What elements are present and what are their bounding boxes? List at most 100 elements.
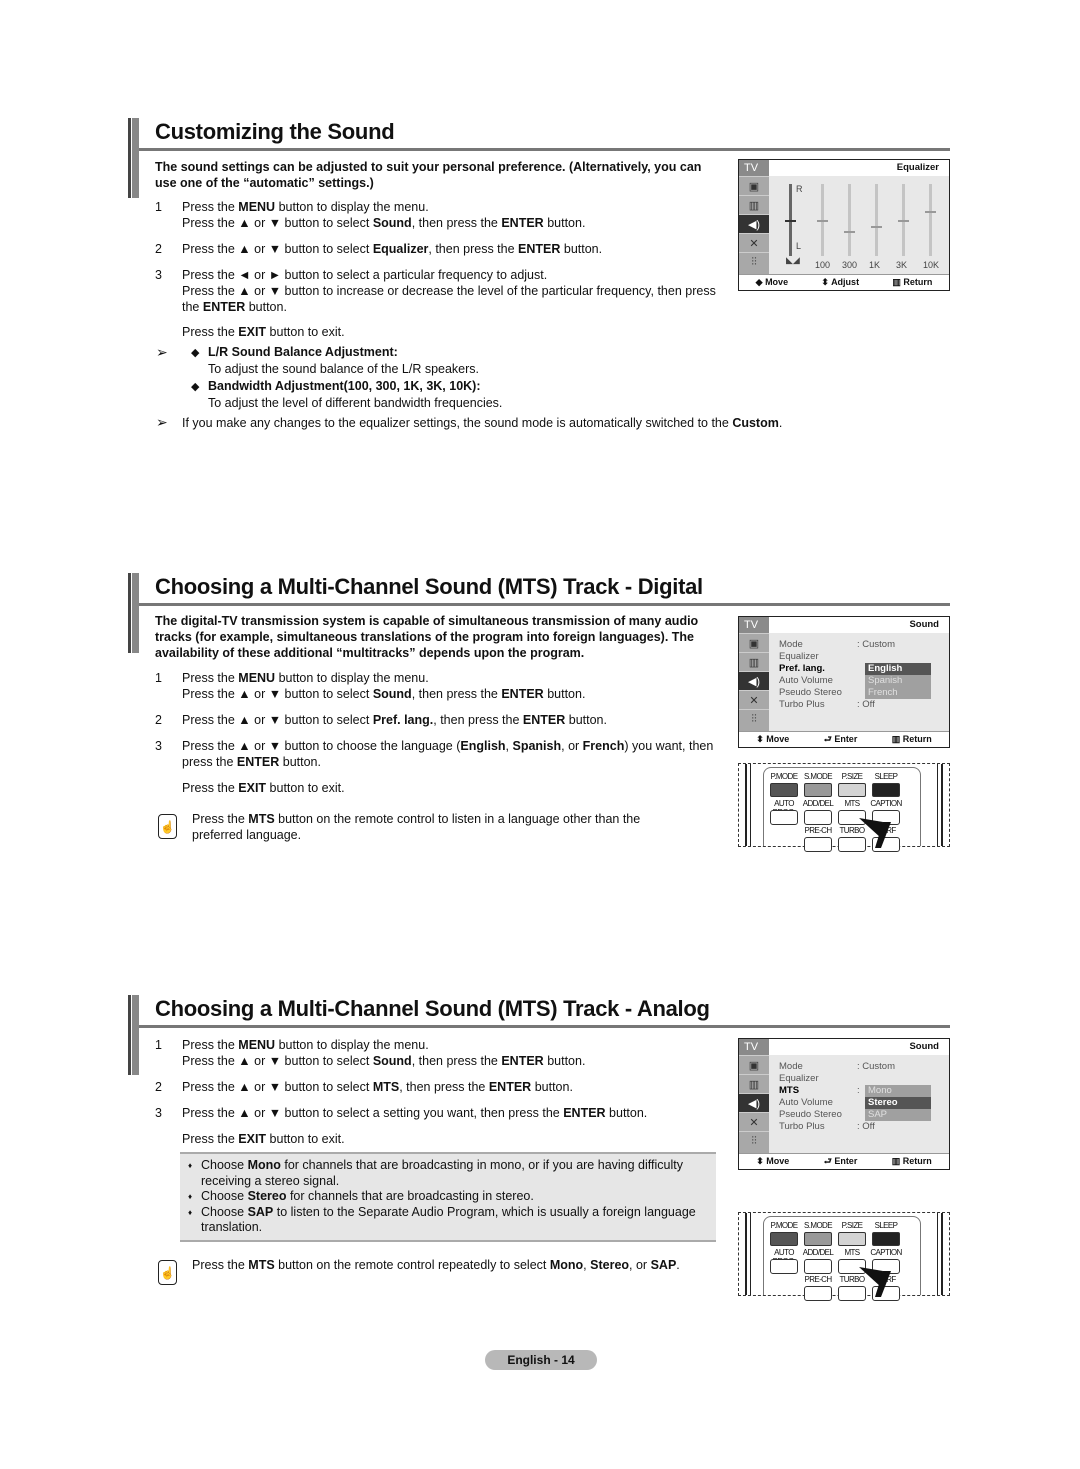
eq-slider-knob-3K[interactable] (898, 220, 909, 222)
remote-key-label: P.SIZE (841, 1221, 863, 1230)
osd-title: Equalizer (769, 160, 949, 176)
step-text: Press the MENU button to display the men… (182, 200, 586, 230)
footer-adjust-label: Adjust (831, 277, 860, 287)
footer-return: ▥ Return (892, 734, 932, 745)
remote-key-prech[interactable] (804, 1286, 832, 1301)
osd-row-label: Turbo Plus (779, 699, 825, 710)
remote-key-autoprog[interactable] (770, 1259, 798, 1274)
osd-menu-row[interactable]: Equalizer (779, 1073, 939, 1085)
remote-edge (745, 1213, 751, 1295)
footer-move: ⬍ Move (756, 1156, 789, 1167)
section-title: Customizing the Sound (155, 119, 395, 144)
osd-sound-analog-screen: TV ▣ ▥ ◀) ✕ ⫶⫶ Sound Mode: Custom Equaliz… (738, 1038, 950, 1170)
remote-key-psize[interactable] (838, 783, 866, 797)
eq-slider-knob-1K[interactable] (871, 225, 882, 228)
eq-slider-track-1K[interactable] (875, 184, 878, 256)
step-text: Press the MENU button to display the men… (182, 1038, 586, 1068)
menu-return-icon: ▥ (892, 277, 901, 287)
remote-key-label: SLEEP (874, 1221, 898, 1230)
remote-key-prech[interactable] (804, 837, 832, 852)
remote-key-adddel[interactable] (804, 1259, 832, 1274)
eq-band-label: 100 (815, 260, 831, 270)
step-text: Press the ▲ or ▼ button to select a sett… (182, 1106, 648, 1120)
osd-option-mono[interactable]: Mono (865, 1085, 931, 1097)
osd-menu-row[interactable]: Mode: Custom (779, 639, 939, 651)
eq-slider-knob-balance[interactable] (785, 220, 796, 222)
footer-move: ⬍ Move (756, 734, 789, 745)
note-text: To adjust the sound balance of the L/R s… (208, 362, 480, 376)
input-icon: ⫶⫶ (739, 252, 769, 271)
footer-enter: ⮐ Enter (824, 732, 858, 748)
osd-row-value: : Off (857, 699, 875, 710)
osd-option-stereo[interactable]: Stereo (865, 1097, 931, 1109)
option-description: Choose SAP to listen to the Separate Aud… (188, 1205, 708, 1236)
menu-return-icon: ▥ (891, 1156, 901, 1166)
osd-option-sap[interactable]: SAP (865, 1109, 931, 1121)
diamond-bullet-icon: ◆ (191, 347, 200, 359)
osd-menu-row[interactable]: Turbo Plus: Off (779, 1121, 939, 1133)
remote-key-pmode[interactable] (770, 783, 798, 797)
remote-key-smode[interactable] (804, 783, 832, 797)
remote-key-label: MTS (844, 1248, 860, 1257)
eq-slider-knob-10K[interactable] (925, 211, 936, 214)
osd-row-value: : Custom (857, 1061, 896, 1072)
remote-key-pmode[interactable] (770, 1232, 798, 1246)
remote-key-label: CAPTION (870, 799, 902, 808)
step-2: 2 Press the ▲ or ▼ button to select MTS, … (155, 1079, 725, 1095)
osd-option-french[interactable]: French (865, 687, 931, 699)
remote-key-adddel[interactable] (804, 810, 832, 825)
step-number: 2 (155, 1080, 162, 1094)
step-3: 3 Press the ▲ or ▼ button to choose the l… (155, 738, 745, 770)
section-rule (139, 1025, 950, 1028)
pointer-arrow-icon (859, 1267, 891, 1297)
remote-key-smode[interactable] (804, 1232, 832, 1246)
osd-title: Sound (769, 1039, 949, 1055)
osd-sidebar: TV ▣ ▥ ◀) ✕ ⫶⫶ (739, 617, 769, 731)
remote-tip: Press the MTS button on the remote contr… (192, 1258, 680, 1272)
remote-key-sleep[interactable] (872, 783, 900, 797)
section-intro: The sound settings can be adjusted to su… (155, 160, 702, 190)
remote-key-label: P.MODE (770, 772, 799, 781)
osd-menu-list: Mode: Custom Equalizer Pref. lang. Auto Vol… (779, 639, 939, 711)
osd-row-label: Pref. lang. (779, 663, 825, 674)
remote-edge (745, 764, 751, 846)
step-number: 3 (155, 268, 162, 282)
remote-edge (937, 764, 943, 846)
note-text: To adjust the level of different bandwid… (208, 396, 503, 410)
section-rule (139, 603, 950, 606)
osd-footer: ⬍ Move ⮐ Enter ▥ Return (739, 731, 949, 747)
footer-return: ▥ Return (892, 277, 932, 288)
remote-key-sleep[interactable] (872, 1232, 900, 1246)
move-ud-icon: ⬍ (756, 1156, 764, 1166)
osd-option-english[interactable]: English (865, 663, 931, 675)
remote-key-label: P.MODE (770, 1221, 799, 1230)
eq-slider-knob-300[interactable] (844, 230, 855, 233)
move-ud-icon: ⬍ (821, 277, 829, 287)
osd-row-label: Mode (779, 1061, 803, 1072)
section-title: Choosing a Multi-Channel Sound (MTS) Tra… (155, 996, 710, 1021)
eq-slider-track-10K[interactable] (929, 184, 932, 256)
osd-menu-row[interactable]: Equalizer (779, 651, 939, 663)
eq-band-label: 10K (923, 260, 940, 270)
osd-menu-row[interactable]: Mode : Custom (779, 1061, 939, 1073)
osd-menu-row[interactable]: Turbo Plus : Off (779, 699, 939, 711)
eq-slider-knob-100[interactable] (817, 220, 828, 222)
footer-return-label: Return (902, 1156, 932, 1166)
exit-instruction: Press the EXIT button to exit. (182, 325, 345, 339)
setup-icon: ✕ (739, 1112, 769, 1131)
remote-control-illustration: P.MODES.MODEP.SIZESLEEPAUTO PROG.ADD/DEL… (738, 763, 950, 852)
osd-row-label: Mode (779, 639, 803, 650)
menu-return-icon: ▥ (891, 734, 901, 744)
step-number: 1 (155, 1038, 162, 1052)
remote-key-autoprog[interactable] (770, 810, 798, 825)
osd-option-spanish[interactable]: Spanish (865, 675, 931, 687)
sound-icon: ◀) (739, 214, 769, 233)
balance-right-label: R (796, 184, 803, 194)
remote-key-label: MTS (844, 799, 860, 808)
remote-key-psize[interactable] (838, 1232, 866, 1246)
osd-footer: ⬍ Move ⮐ Enter ▥ Return (739, 1153, 949, 1169)
eq-slider-track-300[interactable] (848, 184, 851, 256)
footer-move-label: Move (766, 734, 790, 744)
section-rule (139, 148, 950, 151)
step-text: Press the ▲ or ▼ button to select MTS, t… (182, 1080, 573, 1094)
